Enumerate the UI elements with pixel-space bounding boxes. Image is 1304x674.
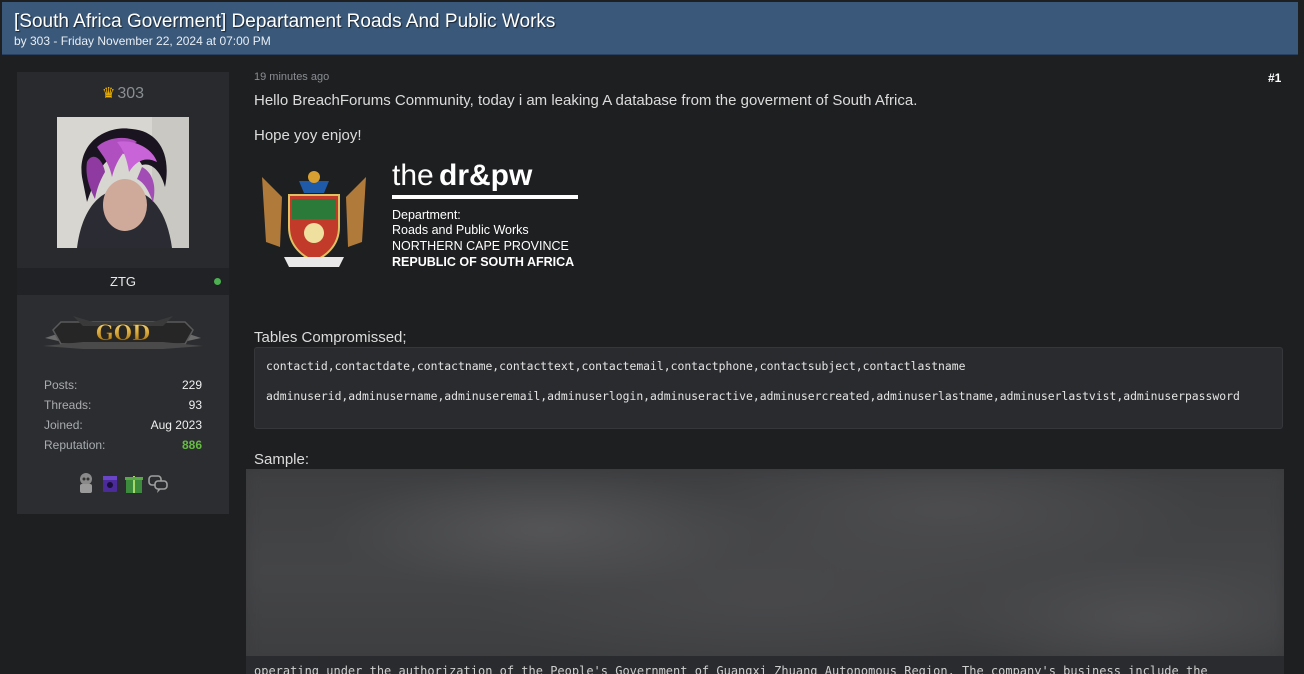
chat-bubbles-award-icon[interactable] <box>147 471 169 495</box>
logo-line-4: REPUBLIC OF SOUTH AFRICA <box>392 255 574 269</box>
author-stats: Posts: 229 Threads: 93 Joined: Aug 2023 … <box>44 378 202 458</box>
crown-icon: ♛ <box>101 85 116 102</box>
purple-box-award-icon[interactable] <box>99 471 121 495</box>
drpw-logo-image: the dr&pw Department: Roads and Public W… <box>254 157 584 277</box>
logo-line-3: NORTHERN CAPE PROVINCE <box>392 239 569 253</box>
username-bar: ZTG <box>17 268 229 295</box>
author-title-name: 303 <box>117 85 145 102</box>
thread-meta: by 303 - Friday November 22, 2024 at 07:… <box>14 34 271 48</box>
author-card: ♛ 303 ZTG GOD Posts: 229 Threads: 93 Joi… <box>17 72 229 514</box>
tables-code-block[interactable]: contactid,contactdate,contactname,contac… <box>254 347 1283 429</box>
avatar[interactable] <box>57 117 189 248</box>
green-gift-award-icon[interactable] <box>123 471 145 495</box>
sample-heading: Sample: <box>254 451 310 468</box>
stat-posts: Posts: 229 <box>44 378 202 392</box>
rank-label: GOD <box>96 320 150 345</box>
thread-header: [South Africa Goverment] Departament Roa… <box>2 2 1298 55</box>
logo-line-2: Roads and Public Works <box>392 223 529 237</box>
awards-row <box>75 471 169 495</box>
author-top: ♛ 303 <box>17 72 229 268</box>
table-contacts-columns: contactid,contactdate,contactname,contac… <box>266 359 966 373</box>
author-title[interactable]: ♛ 303 <box>17 84 229 103</box>
stat-threads: Threads: 93 <box>44 398 202 412</box>
tables-heading: Tables Compromissed; <box>254 329 407 346</box>
post-paragraph-1: Hello BreachForums Community, today i am… <box>254 92 918 109</box>
post-paragraph-2: Hope yoy enjoy! <box>254 127 362 144</box>
logo-the: the <box>392 159 434 192</box>
robot-award-icon[interactable] <box>75 471 97 495</box>
thread-title: [South Africa Goverment] Departament Roa… <box>14 11 556 32</box>
post-timestamp[interactable]: 19 minutes ago <box>254 71 329 83</box>
rank-badge: GOD <box>43 308 203 352</box>
stat-joined: Joined: Aug 2023 <box>44 418 202 432</box>
sample-blurred-block[interactable]: operating under the authorization of the… <box>246 469 1284 674</box>
post-number[interactable]: #1 <box>1268 71 1281 85</box>
logo-line-1: Department: <box>392 208 461 222</box>
sample-visible-text: operating under the authorization of the… <box>254 664 1208 674</box>
username[interactable]: ZTG <box>110 274 136 289</box>
coat-of-arms-icon <box>262 171 366 267</box>
stat-reputation: Reputation: 886 <box>44 438 202 452</box>
blur-overlay <box>246 469 1284 674</box>
online-indicator <box>214 278 221 285</box>
table-adminusers-columns: adminuserid,adminusername,adminuseremail… <box>266 389 1240 403</box>
logo-brand: dr&pw <box>439 159 533 192</box>
